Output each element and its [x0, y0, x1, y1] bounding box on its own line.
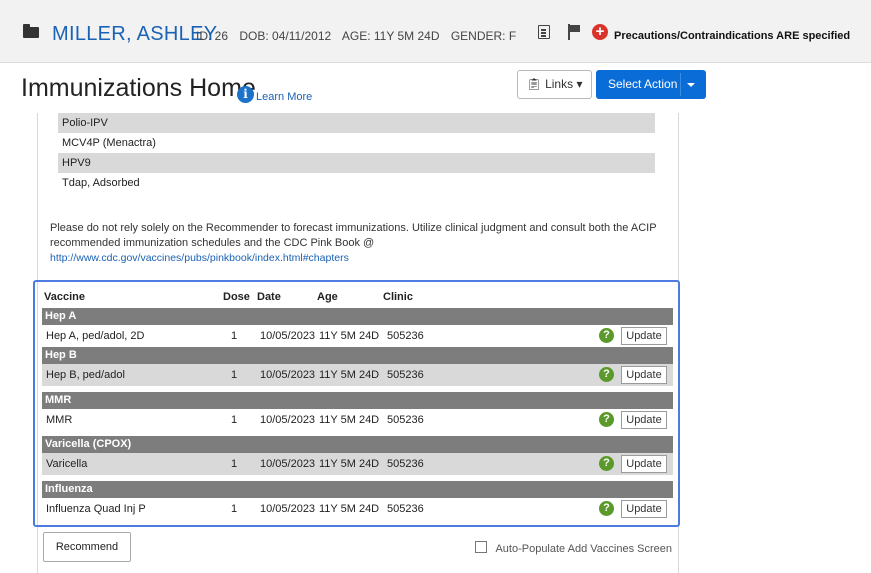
group-header-hep-a: Hep A: [42, 308, 673, 325]
recommender-disclaimer: Please do not rely solely on the Recomme…: [50, 221, 660, 266]
auto-populate-checkbox[interactable]: Auto-Populate Add Vaccines Screen: [475, 541, 672, 555]
cell-date: 10/05/2023: [260, 503, 316, 515]
patient-name[interactable]: MILLER, ASHLEY: [52, 23, 217, 46]
group-header-hep-b: Hep B: [42, 347, 673, 364]
links-dropdown-button[interactable]: 📋︎ Links ▾: [517, 70, 592, 99]
cell-date: 10/05/2023: [260, 458, 316, 470]
patient-gender: GENDER: F: [450, 29, 517, 43]
update-button[interactable]: Update: [621, 455, 667, 473]
table-row: MMR 1 10/05/2023 11Y 5M 24D 505236 ? Upd…: [42, 409, 673, 431]
cell-dose: 1: [231, 330, 238, 342]
table-row: Varicella 1 10/05/2023 11Y 5M 24D 505236…: [42, 453, 673, 475]
button-divider: [680, 73, 681, 96]
column-header-vaccine: Vaccine: [44, 291, 85, 303]
table-row: Influenza Quad Inj P 1 10/05/2023 11Y 5M…: [42, 498, 673, 520]
cell-vaccine: MMR: [46, 414, 73, 426]
help-icon[interactable]: ?: [599, 328, 614, 343]
group-header-varicella: Varicella (CPOX): [42, 436, 673, 453]
cell-dose: 1: [231, 369, 238, 381]
patient-demographics: ID: 26 DOB: 04/11/2012 AGE: 11Y 5M 24D G…: [196, 29, 524, 43]
cell-dose: 1: [231, 503, 238, 515]
cell-age: 11Y 5M 24D: [319, 503, 380, 515]
column-header-clinic: Clinic: [383, 291, 413, 303]
cell-clinic: 505236: [387, 369, 424, 381]
checkbox-icon[interactable]: [475, 541, 487, 553]
flag-icon[interactable]: [568, 24, 580, 40]
clipboard-icon: 📋︎: [526, 77, 542, 91]
info-icon[interactable]: i: [237, 86, 254, 103]
update-button[interactable]: Update: [621, 411, 667, 429]
column-header-dose: Dose: [223, 291, 250, 303]
recommended-vaccines-list: Polio-IPV MCV4P (Menactra) HPV9 Tdap, Ad…: [58, 113, 655, 193]
group-header-mmr: MMR: [42, 392, 673, 409]
cell-date: 10/05/2023: [260, 330, 316, 342]
select-action-label: Select Action: [608, 77, 678, 91]
cell-clinic: 505236: [387, 414, 424, 426]
column-header-date: Date: [257, 291, 281, 303]
table-row: Hep B, ped/adol 1 10/05/2023 11Y 5M 24D …: [42, 364, 673, 386]
caret-down-icon[interactable]: [687, 83, 695, 87]
select-action-button[interactable]: Select Action: [596, 70, 706, 99]
column-header-age: Age: [317, 291, 338, 303]
cell-clinic: 505236: [387, 330, 424, 342]
help-icon[interactable]: ?: [599, 456, 614, 471]
list-item: MCV4P (Menactra): [62, 137, 156, 149]
help-icon[interactable]: ?: [599, 412, 614, 427]
cell-date: 10/05/2023: [260, 369, 316, 381]
cell-vaccine: Hep A, ped/adol, 2D: [46, 330, 145, 342]
patient-dob: DOB: 04/11/2012: [239, 29, 332, 43]
auto-populate-label: Auto-Populate Add Vaccines Screen: [495, 543, 672, 555]
plus-circle-icon[interactable]: +: [592, 24, 608, 40]
cell-date: 10/05/2023: [260, 414, 316, 426]
recommend-button[interactable]: Recommend: [43, 532, 131, 562]
disclaimer-text: Please do not rely solely on the Recomme…: [50, 222, 657, 249]
cell-clinic: 505236: [387, 458, 424, 470]
cell-vaccine: Influenza Quad Inj P: [46, 503, 146, 515]
links-label: Links: [545, 77, 574, 91]
cell-vaccine: Hep B, ped/adol: [46, 369, 125, 381]
list-item: Polio-IPV: [58, 113, 655, 133]
cell-dose: 1: [231, 414, 238, 426]
cell-clinic: 505236: [387, 503, 424, 515]
update-button[interactable]: Update: [621, 500, 667, 518]
chevron-down-icon: ▾: [576, 77, 583, 91]
help-icon[interactable]: ?: [599, 367, 614, 382]
cell-age: 11Y 5M 24D: [319, 414, 380, 426]
cell-vaccine: Varicella: [46, 458, 88, 470]
cell-age: 11Y 5M 24D: [319, 458, 380, 470]
page-title: Immunizations Home: [21, 74, 256, 102]
list-item: HPV9: [58, 153, 655, 173]
vaccine-history-table: Vaccine Dose Date Age Clinic Hep A Hep A…: [33, 280, 680, 527]
patient-id: ID: 26: [196, 29, 229, 43]
cell-age: 11Y 5M 24D: [319, 330, 380, 342]
learn-more-link[interactable]: Learn More: [256, 91, 312, 103]
folder-icon[interactable]: [23, 24, 39, 38]
precautions-alert[interactable]: Precautions/Contraindications ARE specif…: [614, 30, 850, 42]
update-button[interactable]: Update: [621, 366, 667, 384]
patient-age: AGE: 11Y 5M 24D: [341, 29, 440, 43]
help-icon[interactable]: ?: [599, 501, 614, 516]
update-button[interactable]: Update: [621, 327, 667, 345]
patient-header: MILLER, ASHLEY ID: 26 DOB: 04/11/2012 AG…: [0, 0, 871, 63]
list-item: Tdap, Adsorbed: [62, 177, 140, 189]
document-icon[interactable]: [538, 25, 550, 39]
pinkbook-link[interactable]: http://www.cdc.gov/vaccines/pubs/pinkboo…: [50, 252, 349, 264]
table-row: Hep A, ped/adol, 2D 1 10/05/2023 11Y 5M …: [42, 325, 673, 347]
group-header-influenza: Influenza: [42, 481, 673, 498]
cell-dose: 1: [231, 458, 238, 470]
cell-age: 11Y 5M 24D: [319, 369, 380, 381]
